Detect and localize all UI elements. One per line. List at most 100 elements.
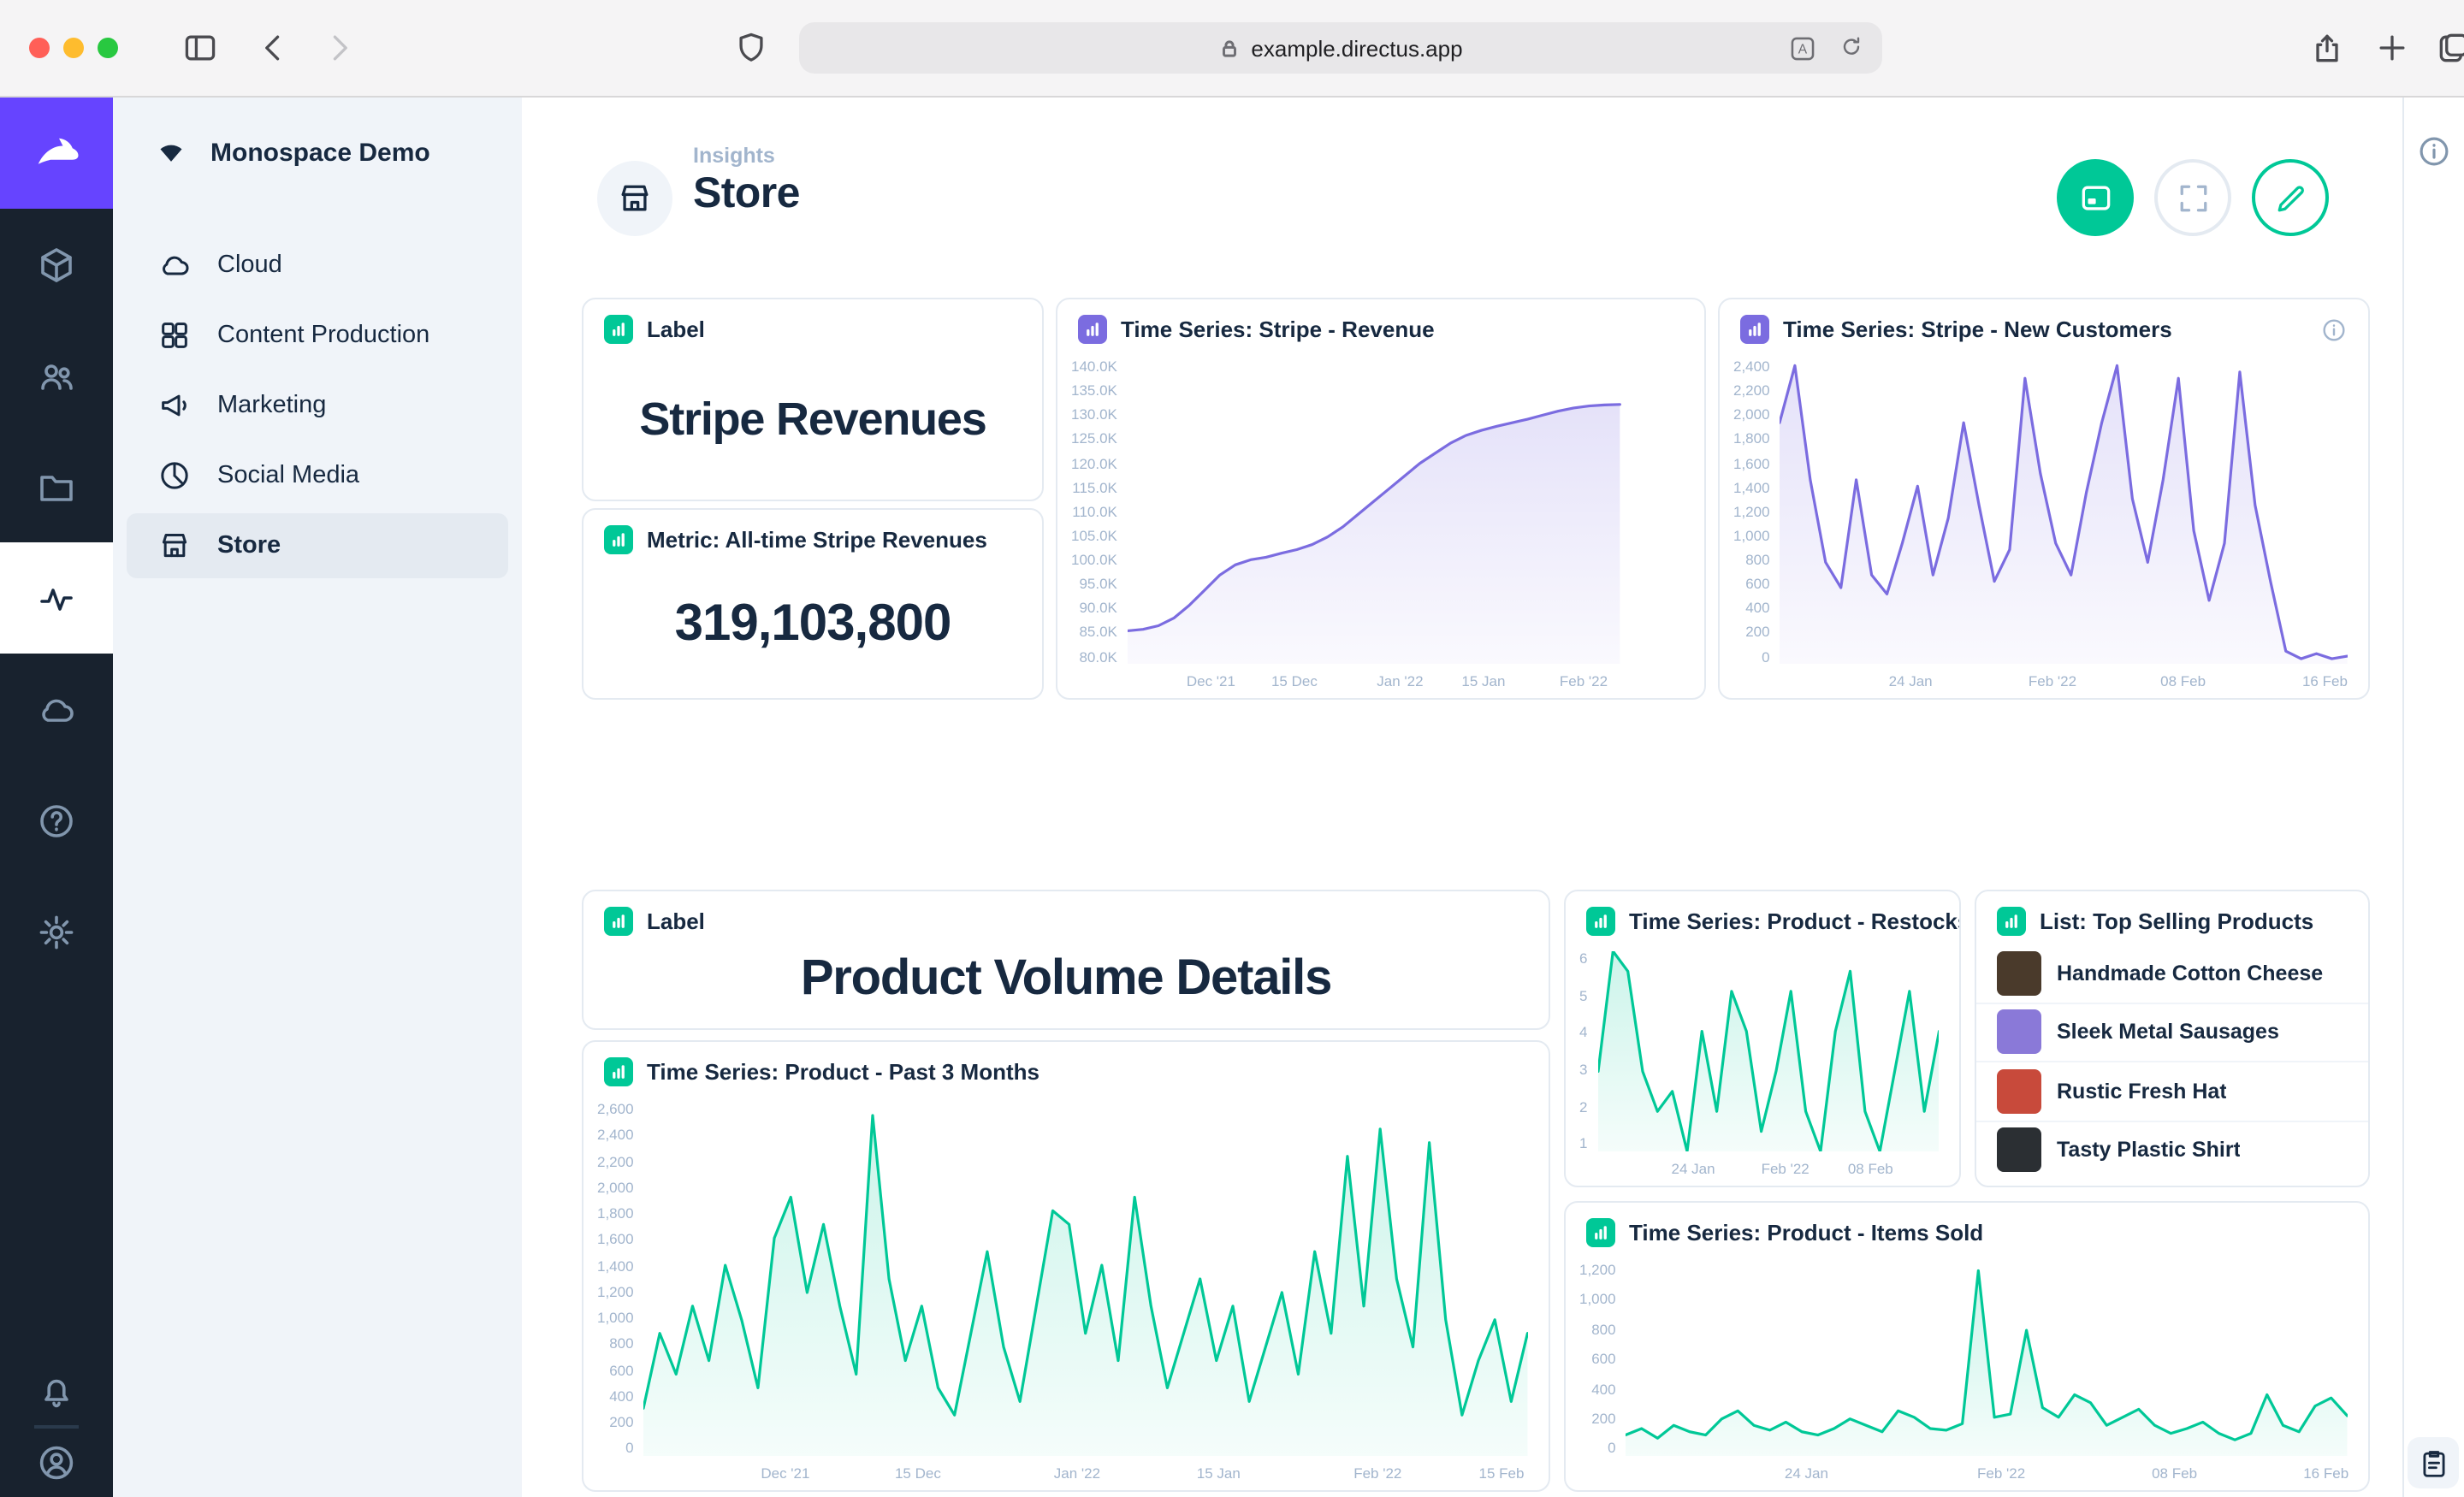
- sidebar-toggle-icon[interactable]: [181, 29, 219, 67]
- panel-product-items-sold: Time Series: Product - Items Sold 1,2001…: [1564, 1201, 2370, 1492]
- activity-drawer-button[interactable]: [2408, 1437, 2459, 1488]
- product-name: Tasty Plastic Shirt: [2057, 1139, 2241, 1163]
- panel-header: Time Series: Product - Items Sold: [1566, 1203, 2368, 1256]
- info-icon[interactable]: [2320, 316, 2348, 343]
- dashboard-icon-circle: [597, 161, 672, 236]
- module-item-files[interactable]: [0, 431, 113, 542]
- panel-title: Time Series: Stripe - Revenue: [1121, 317, 1435, 342]
- sidebar-item-store[interactable]: Store: [127, 513, 508, 578]
- list-item[interactable]: Sleek Metal Sausages: [1976, 1002, 2368, 1061]
- reload-icon[interactable]: [1838, 34, 1865, 62]
- y-axis: 2,4002,2002,0001,8001,6001,4001,2001,000…: [1730, 359, 1780, 691]
- panel-metric-stripe: Metric: All-time Stripe Revenues 319,103…: [582, 508, 1044, 700]
- divider: [34, 1425, 79, 1429]
- present-button[interactable]: [2057, 159, 2134, 236]
- header-actions: [2057, 159, 2329, 236]
- window-controls: [29, 38, 118, 58]
- edit-button[interactable]: [2252, 159, 2329, 236]
- screen: example.directus.app Monospa: [0, 0, 2464, 1497]
- time-series-icon: [1586, 907, 1615, 936]
- module-item-content[interactable]: [0, 209, 113, 320]
- directus-logo[interactable]: [0, 96, 113, 209]
- translate-icon[interactable]: [1788, 34, 1817, 63]
- x-axis: 24 JanFeb '2208 Feb16 Feb: [1780, 664, 2348, 691]
- product-thumbnail: [1997, 1069, 2041, 1114]
- back-button[interactable]: [255, 29, 293, 67]
- sidebar-item-label: Content Production: [217, 322, 429, 349]
- y-axis: 1,2001,0008006004002000: [1576, 1263, 1626, 1483]
- page-title: Store: [693, 169, 800, 219]
- product-thumbnail: [1997, 1128, 2041, 1173]
- x-axis: Dec '2115 DecJan '2215 JanFeb '2215 Feb: [644, 1456, 1528, 1483]
- url-field[interactable]: example.directus.app: [799, 22, 1882, 74]
- y-axis: 654321: [1576, 951, 1597, 1179]
- grid-icon: [157, 318, 192, 352]
- panel-title: Time Series: Stripe - New Customers: [1783, 317, 2172, 342]
- panel-header: Time Series: Stripe - Revenue: [1057, 299, 1704, 352]
- fullscreen-button[interactable]: [2154, 159, 2231, 236]
- panel-header: Label: [583, 891, 1549, 944]
- time-series-icon: [604, 1057, 633, 1086]
- label-panel-icon: [604, 907, 633, 936]
- panel-top-selling-products: List: Top Selling Products Handmade Cott…: [1975, 890, 2370, 1187]
- minimize-window-button[interactable]: [63, 38, 84, 58]
- label-panel-icon: [604, 315, 633, 344]
- module-item-cloud[interactable]: [0, 654, 113, 765]
- breadcrumb[interactable]: Insights: [693, 144, 775, 168]
- panel-title: List: Top Selling Products: [2040, 908, 2313, 934]
- panel-header: Time Series: Stripe - New Customers: [1720, 299, 2368, 352]
- time-series-icon: [1586, 1218, 1615, 1247]
- x-axis: 24 JanFeb '2208 Feb16 Feb: [1626, 1456, 2348, 1483]
- sidebar-item-label: Cloud: [217, 251, 282, 279]
- module-item-settings[interactable]: [0, 876, 113, 987]
- product-name: Handmade Cotton Cheese: [2057, 962, 2323, 985]
- list-item[interactable]: Rustic Fresh Hat: [1976, 1061, 2368, 1120]
- list-item[interactable]: Handmade Cotton Cheese: [1976, 944, 2368, 1002]
- privacy-shield-icon[interactable]: [732, 29, 770, 67]
- module-bar-bottom: [0, 1370, 113, 1497]
- user-avatar[interactable]: [36, 1442, 77, 1483]
- sidebar-item-cloud[interactable]: Cloud: [127, 233, 508, 298]
- sidebar-item-social-media[interactable]: Social Media: [127, 443, 508, 508]
- panel-product-past-3-months: Time Series: Product - Past 3 Months 2,6…: [582, 1040, 1550, 1492]
- panel-header: Time Series: Product - Restocks: [1566, 891, 1959, 944]
- project-sidebar: Monospace Demo Cloud Content Production …: [113, 96, 522, 1497]
- info-sidebar-button[interactable]: [2416, 133, 2452, 169]
- y-axis: 2,6002,4002,2002,0001,8001,6001,4001,200…: [594, 1102, 644, 1483]
- forward-button[interactable]: [320, 29, 358, 67]
- module-item-users[interactable]: [0, 320, 113, 431]
- panel-label-stripe: Label Stripe Revenues: [582, 298, 1044, 501]
- panel-title: Metric: All-time Stripe Revenues: [647, 527, 987, 553]
- project-wifi-icon: [154, 135, 188, 169]
- product-thumbnail: [1997, 1010, 2041, 1055]
- panel-title: Label: [647, 908, 705, 934]
- sidebar-item-label: Store: [217, 532, 281, 559]
- metric-panel-icon: [604, 525, 633, 554]
- module-item-insights[interactable]: [0, 542, 113, 654]
- panel-title: Label: [647, 317, 705, 342]
- tab-overview-button[interactable]: [2435, 29, 2464, 67]
- list-item[interactable]: Tasty Plastic Shirt: [1976, 1120, 2368, 1179]
- cloud-icon: [157, 248, 192, 282]
- module-bar: [0, 96, 113, 1497]
- close-window-button[interactable]: [29, 38, 50, 58]
- main-content: Insights Store Label Stripe Revenues Met…: [522, 96, 2404, 1497]
- dashboards-nav: Cloud Content Production Marketing Socia…: [113, 209, 522, 578]
- panel-header: Metric: All-time Stripe Revenues: [583, 510, 1042, 563]
- share-button[interactable]: [2308, 29, 2346, 67]
- sidebar-item-marketing[interactable]: Marketing: [127, 373, 508, 438]
- product-thumbnail: [1997, 951, 2041, 996]
- product-restocks-chart: 654321 24 JanFeb '2208 Feb: [1566, 944, 1959, 1186]
- zoom-window-button[interactable]: [98, 38, 118, 58]
- project-name: Monospace Demo: [210, 138, 430, 167]
- sidebar-item-content-production[interactable]: Content Production: [127, 303, 508, 368]
- sidebar-item-label: Marketing: [217, 392, 326, 419]
- module-item-help[interactable]: [0, 765, 113, 876]
- x-axis: Dec '2115 DecJan '2215 JanFeb '22: [1128, 664, 1684, 691]
- chart-plot: [1597, 951, 1939, 1151]
- project-header[interactable]: Monospace Demo: [113, 96, 522, 209]
- new-tab-button[interactable]: [2373, 29, 2411, 67]
- notifications-bell-icon[interactable]: [36, 1370, 77, 1411]
- x-axis: 24 JanFeb '2208 Feb: [1597, 1151, 1939, 1179]
- panel-header: List: Top Selling Products: [1976, 891, 2368, 944]
